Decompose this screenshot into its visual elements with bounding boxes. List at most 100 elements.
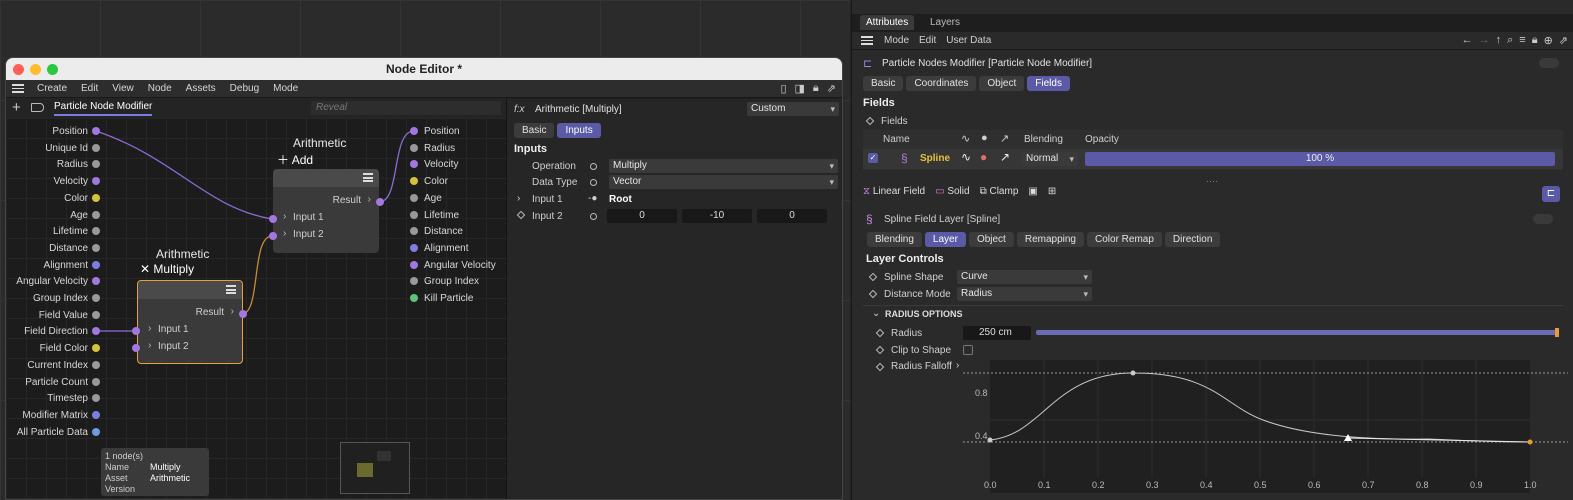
keyframe-diamond-icon[interactable] (875, 362, 885, 372)
clip-to-shape-checkbox[interactable] (963, 345, 973, 355)
layer-options-icon[interactable]: ⊏ (1542, 186, 1560, 202)
falloff-curve-editor[interactable]: 0.8 0.4 0.0 0.1 0.2 0.3 0.4 0.5 0.6 0.7 0.8 0.9 1.… (963, 360, 1568, 495)
expand-icon[interactable]: ⇗ (1559, 34, 1568, 47)
add-icon[interactable]: ⊕ (1544, 34, 1553, 47)
lock-icon[interactable]: 🔒︎ (813, 82, 819, 95)
enable-checkbox[interactable]: ✓ (868, 153, 878, 163)
filter-icon[interactable]: ≡ (1519, 34, 1525, 47)
reveal-search-input[interactable]: Reveal (311, 101, 501, 115)
keyframe-diamond-icon[interactable] (865, 116, 875, 126)
menu-create[interactable]: Create (30, 83, 74, 94)
toggle-switch[interactable] (1533, 214, 1553, 224)
menu-user-data[interactable]: User Data (941, 35, 996, 46)
add-icon[interactable]: + (12, 99, 21, 116)
tab-direction[interactable]: Direction (1164, 232, 1221, 247)
tab-coordinates[interactable]: Coordinates (906, 76, 977, 91)
tab-layer[interactable]: Layer (924, 232, 966, 247)
keyframe-diamond-icon[interactable] (868, 289, 878, 299)
tab-basic[interactable]: Basic (514, 123, 555, 138)
arithmetic-add-node[interactable]: Result › › Input 1 › Input 2 (273, 169, 379, 253)
color-icon[interactable]: ● (980, 150, 987, 164)
keyframe-diamond-icon[interactable] (516, 210, 526, 220)
linear-field-button[interactable]: ⧖ Linear Field (863, 186, 925, 197)
multiply-input2-port[interactable] (132, 344, 140, 352)
keyframe-diamond-icon[interactable] (868, 272, 878, 282)
curve-icon[interactable]: ∿ (961, 150, 971, 164)
input2-y-field[interactable]: -10 (682, 209, 752, 223)
keyframe-icon[interactable] (590, 179, 597, 186)
clamp-button[interactable]: ⧉ Clamp (980, 186, 1019, 197)
opacity-slider[interactable]: 100 % (1085, 152, 1555, 166)
maximize-window-button[interactable] (47, 64, 58, 75)
tab-inputs[interactable]: Inputs (557, 123, 601, 138)
input2-x-field[interactable]: 0 (607, 209, 677, 223)
output-port-dot[interactable] (410, 127, 418, 135)
input-port-dot[interactable] (92, 193, 100, 202)
multiply-input1-port[interactable] (132, 327, 140, 335)
input-port-dot[interactable] (92, 294, 100, 302)
keyframe-icon[interactable] (590, 213, 597, 220)
input-port-dot[interactable] (92, 243, 100, 252)
output-port-dot[interactable] (410, 193, 418, 202)
back-arrow-icon[interactable]: ← (1462, 34, 1473, 47)
preset-dropdown[interactable]: Custom (747, 102, 839, 116)
layout-right-icon[interactable]: ◨ (795, 82, 805, 95)
menu-edit[interactable]: Edit (74, 83, 105, 94)
layout-left-icon[interactable]: ▯ (780, 82, 786, 95)
menu-node[interactable]: Node (141, 83, 179, 94)
solid-button[interactable]: ▭ Solid (935, 186, 969, 197)
close-window-button[interactable] (13, 64, 24, 75)
direction-icon[interactable]: ↗ (1000, 150, 1010, 164)
chevron-down-icon[interactable]: ⌄ (872, 308, 880, 319)
radius-input[interactable]: 250 cm (963, 326, 1031, 340)
menu-edit[interactable]: Edit (914, 35, 941, 46)
radius-slider[interactable] (1036, 328, 1559, 337)
blending-dropdown[interactable]: Normal (1022, 152, 1078, 166)
keyframe-diamond-icon[interactable] (875, 345, 885, 355)
folder-icon[interactable]: ⊞ (1048, 186, 1056, 197)
tab-blending[interactable]: Blending (867, 232, 922, 247)
datatype-dropdown[interactable]: Vector (609, 175, 838, 189)
distance-mode-dropdown[interactable]: Radius (957, 287, 1092, 301)
tab-attributes[interactable]: Attributes (860, 15, 915, 30)
forward-arrow-icon[interactable]: → (1479, 34, 1490, 47)
input2-z-field[interactable]: 0 (757, 209, 827, 223)
field-row-spline[interactable]: ✓ § Spline ∿ ● ↗ Normal 100 % (863, 149, 1563, 169)
minimize-window-button[interactable] (30, 64, 41, 75)
output-port-dot[interactable] (410, 143, 418, 152)
chevron-right-icon[interactable]: › (956, 360, 959, 371)
resize-handle[interactable]: ···· (1206, 176, 1218, 186)
input-port-dot[interactable] (92, 360, 100, 369)
toggle-switch[interactable] (1539, 58, 1559, 68)
tab-object[interactable]: Object (968, 232, 1014, 247)
tab-basic[interactable]: Basic (863, 76, 904, 91)
hamburger-icon[interactable] (12, 84, 24, 93)
menu-debug[interactable]: Debug (223, 83, 266, 94)
output-port-dot[interactable] (410, 210, 418, 219)
layer-icon[interactable]: ▣ (1028, 186, 1037, 197)
tab-particle-node-modifier[interactable]: Particle Node Modifier (54, 101, 153, 116)
add-input2-port[interactable] (269, 232, 277, 240)
input-port-dot[interactable] (92, 377, 100, 386)
spline-shape-dropdown[interactable]: Curve (957, 270, 1092, 284)
node-menu-icon[interactable] (226, 285, 236, 294)
keyframe-diamond-icon[interactable] (875, 328, 885, 338)
add-input1-port[interactable] (269, 215, 277, 223)
graph-minimap[interactable] (340, 442, 410, 494)
input-port-dot[interactable] (92, 410, 100, 419)
tab-fields[interactable]: Fields (1027, 76, 1070, 91)
input-port-dot[interactable] (92, 427, 100, 436)
menu-mode[interactable]: Mode (879, 35, 914, 46)
menu-view[interactable]: View (105, 83, 141, 94)
input-port-dot[interactable] (92, 143, 100, 152)
chevron-right-icon[interactable]: › (517, 193, 520, 204)
operation-dropdown[interactable]: Multiply (609, 159, 838, 173)
input-port-dot[interactable] (92, 210, 100, 219)
multiply-result-port[interactable] (239, 310, 247, 318)
tab-layers[interactable]: Layers (930, 17, 960, 28)
menu-assets[interactable]: Assets (179, 83, 223, 94)
arithmetic-multiply-node[interactable]: Result › › Input 1 › Input 2 (137, 280, 243, 364)
input-port-dot[interactable] (92, 260, 100, 269)
slider-handle[interactable] (1555, 328, 1559, 337)
tab-object[interactable]: Object (979, 76, 1025, 91)
